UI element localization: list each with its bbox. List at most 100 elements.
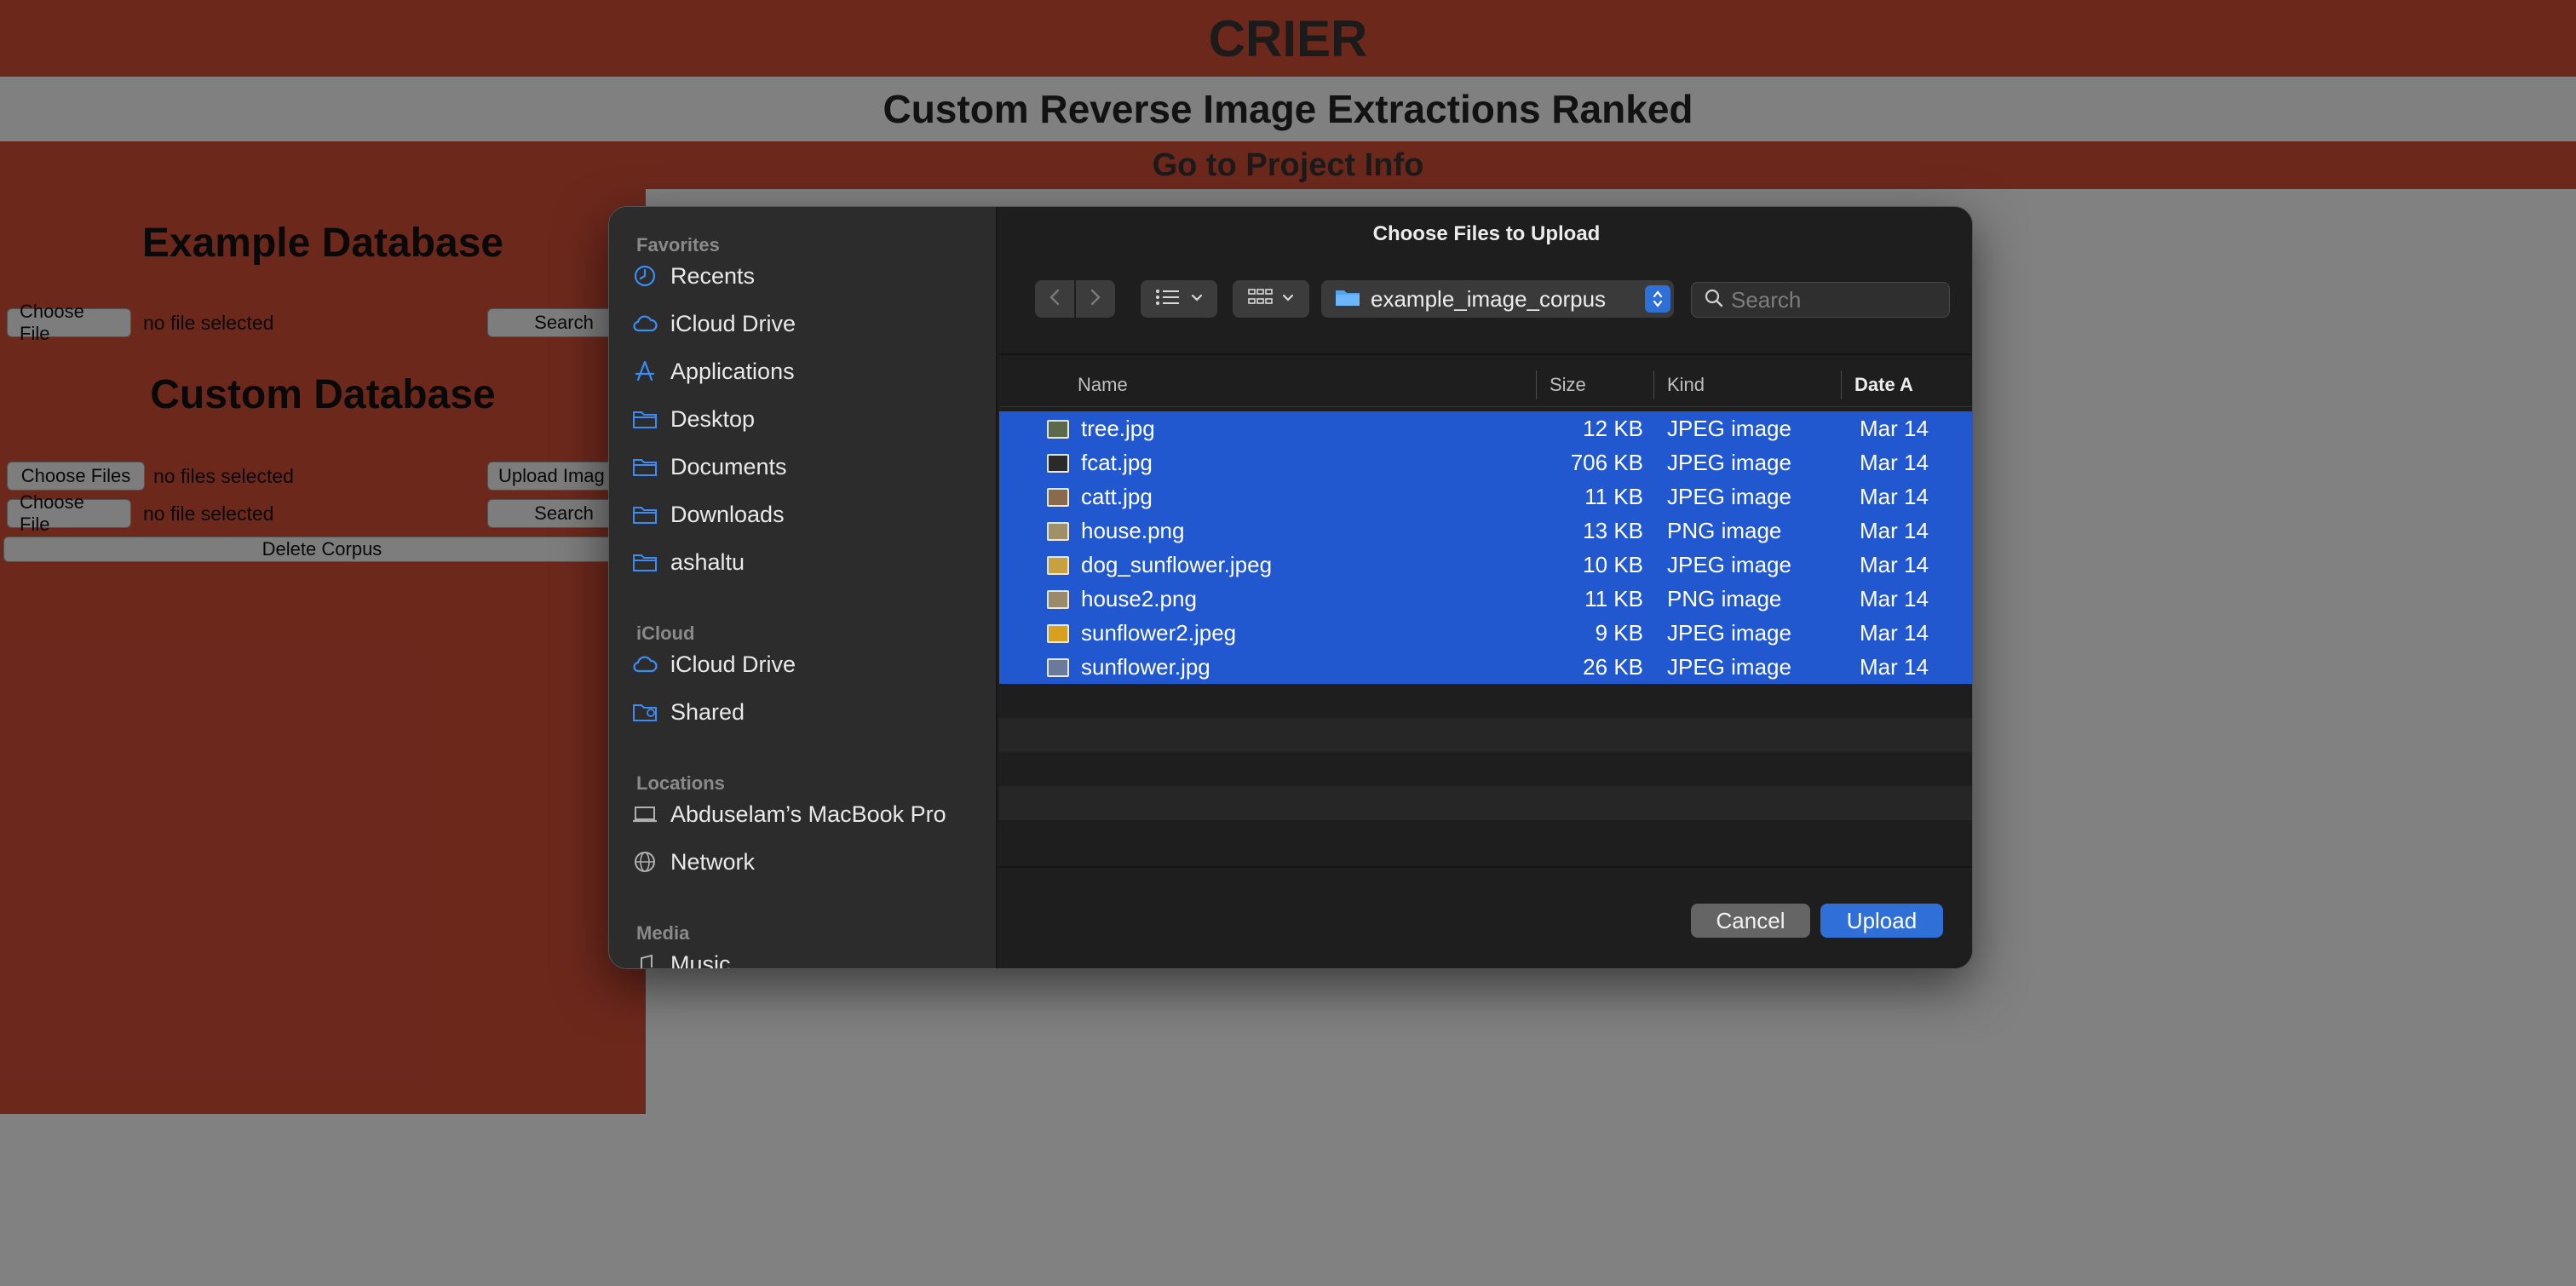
file-upload-dialog: Favorites Recents iCloud Drive Applicati…: [608, 206, 1973, 969]
dialog-main: Choose Files to Upload example_image_cor…: [999, 207, 1972, 968]
laptop-icon: [626, 793, 664, 835]
group-view-button[interactable]: [1233, 280, 1309, 318]
image-thumbnail-icon: [1047, 624, 1069, 643]
icloud-heading: iCloud: [636, 623, 695, 644]
file-size: 13 KB: [1583, 517, 1643, 543]
file-kind: JPEG image: [1667, 551, 1791, 577]
file-row[interactable]: house.png 13 KB PNG image Mar 14: [999, 514, 1972, 548]
column-divider: [1536, 370, 1537, 399]
locations-heading: Locations: [636, 772, 725, 794]
sidebar-item-desktop[interactable]: Desktop: [626, 398, 984, 440]
file-kind: PNG image: [1667, 585, 1782, 611]
chevron-down-icon: [1282, 291, 1294, 307]
chevron-down-icon: [1191, 291, 1203, 307]
file-name: fcat.jpg: [1081, 449, 1153, 475]
empty-row: [999, 684, 1972, 718]
file-name: sunflower.jpg: [1081, 653, 1210, 680]
folder-path-popup[interactable]: example_image_corpus: [1321, 280, 1674, 318]
image-thumbnail-icon: [1047, 658, 1069, 677]
search-icon: [1704, 288, 1724, 313]
dialog-sidebar: Favorites Recents iCloud Drive Applicati…: [609, 207, 998, 968]
file-row[interactable]: fcat.jpg 706 KB JPEG image Mar 14: [999, 445, 1972, 479]
folder-icon: [626, 398, 664, 440]
column-header-kind[interactable]: Kind: [1667, 364, 1705, 406]
file-name: house2.png: [1081, 585, 1197, 611]
file-date-added: Mar 14: [1860, 653, 1929, 680]
sidebar-item-music[interactable]: Music: [626, 943, 984, 968]
folder-icon: [626, 445, 664, 488]
sidebar-item-network[interactable]: Network: [626, 841, 984, 883]
file-kind: JPEG image: [1667, 619, 1791, 646]
file-date-added: Mar 14: [1860, 483, 1929, 509]
sidebar-item-applications[interactable]: Applications: [626, 350, 984, 393]
clock-icon: [626, 255, 664, 297]
globe-icon: [626, 841, 664, 883]
favorites-heading: Favorites: [636, 234, 720, 255]
empty-row: [999, 820, 1972, 854]
search-input[interactable]: [1731, 286, 1935, 313]
folder-icon: [626, 493, 664, 536]
file-size: 9 KB: [1595, 619, 1643, 646]
file-row[interactable]: sunflower.jpg 26 KB JPEG image Mar 14: [999, 650, 1972, 684]
cloud-icon: [626, 302, 664, 345]
chevron-left-icon: [1049, 288, 1061, 311]
sidebar-item-macbook[interactable]: Abduselam’s MacBook Pro: [626, 793, 984, 835]
forward-button[interactable]: [1076, 280, 1115, 318]
file-name: dog_sunflower.jpeg: [1081, 551, 1273, 577]
file-date-added: Mar 14: [1860, 415, 1929, 441]
empty-row: [999, 718, 1972, 752]
sidebar-item-shared[interactable]: Shared: [626, 691, 984, 733]
empty-row: [999, 752, 1972, 786]
current-folder-label: example_image_corpus: [1371, 285, 1607, 312]
folder-icon: [1335, 287, 1360, 312]
sidebar-item-recents[interactable]: Recents: [626, 255, 984, 297]
file-kind: PNG image: [1667, 517, 1782, 543]
sidebar-item-icloud-drive[interactable]: iCloud Drive: [626, 302, 984, 345]
shared-folder-icon: [626, 691, 664, 733]
file-row[interactable]: catt.jpg 11 KB JPEG image Mar 14: [999, 479, 1972, 514]
file-date-added: Mar 14: [1860, 619, 1929, 646]
file-row[interactable]: house2.png 11 KB PNG image Mar 14: [999, 582, 1972, 616]
image-thumbnail-icon: [1047, 488, 1069, 507]
sidebar-item-ashaltu[interactable]: ashaltu: [626, 541, 984, 583]
upload-button[interactable]: Upload: [1820, 904, 1943, 938]
cloud-icon: [626, 643, 664, 686]
file-row[interactable]: sunflower2.jpeg 9 KB JPEG image Mar 14: [999, 616, 1972, 650]
column-header-name[interactable]: Name: [1078, 364, 1128, 406]
file-size: 26 KB: [1583, 653, 1643, 680]
music-icon: [626, 943, 664, 968]
sidebar-item-icloud-drive-2[interactable]: iCloud Drive: [626, 643, 984, 686]
file-name: catt.jpg: [1081, 483, 1153, 509]
sidebar-item-documents[interactable]: Documents: [626, 445, 984, 488]
list-icon: [1155, 288, 1182, 311]
image-thumbnail-icon: [1047, 590, 1069, 609]
applications-icon: [626, 350, 664, 393]
folder-icon: [626, 541, 664, 583]
image-thumbnail-icon: [1047, 420, 1069, 439]
file-row[interactable]: tree.jpg 12 KB JPEG image Mar 14: [999, 411, 1972, 445]
chevron-right-icon: [1090, 288, 1101, 311]
file-date-added: Mar 14: [1860, 517, 1929, 543]
back-button[interactable]: [1035, 280, 1074, 318]
file-kind: JPEG image: [1667, 653, 1791, 680]
list-view-button[interactable]: [1141, 280, 1217, 318]
column-header-size[interactable]: Size: [1550, 364, 1586, 406]
footer-divider: [999, 866, 1972, 868]
file-kind: JPEG image: [1667, 483, 1791, 509]
column-divider: [1653, 370, 1654, 399]
file-size: 11 KB: [1584, 483, 1643, 509]
sidebar-item-downloads[interactable]: Downloads: [626, 493, 984, 536]
column-header-date-added[interactable]: Date A: [1854, 364, 1913, 406]
file-row[interactable]: dog_sunflower.jpeg 10 KB JPEG image Mar 14: [999, 548, 1972, 582]
dialog-title: Choose Files to Upload: [1372, 222, 1601, 245]
search-field[interactable]: [1691, 282, 1950, 318]
cancel-button[interactable]: Cancel: [1691, 904, 1810, 938]
grid-icon: [1248, 288, 1274, 311]
image-thumbnail-icon: [1047, 454, 1069, 473]
file-size: 706 KB: [1570, 449, 1643, 475]
image-thumbnail-icon: [1047, 522, 1069, 541]
file-date-added: Mar 14: [1860, 551, 1929, 577]
empty-row: [999, 786, 1972, 820]
toolbar-divider: [999, 353, 1972, 355]
file-name: house.png: [1081, 517, 1185, 543]
